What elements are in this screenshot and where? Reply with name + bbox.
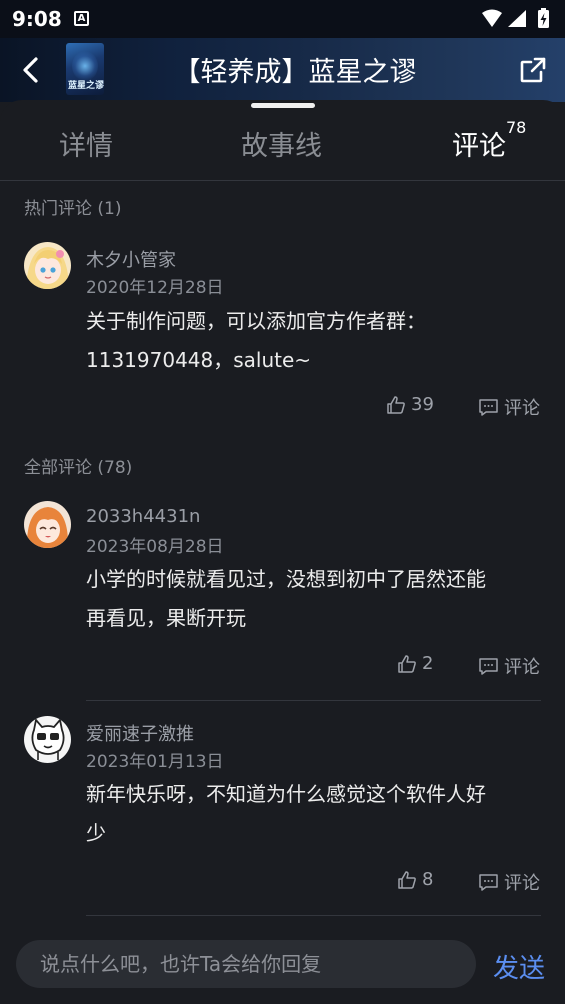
tab-details[interactable]: 详情 <box>59 124 113 163</box>
comment-bubble-icon <box>479 398 498 416</box>
content-sheet: 详情 故事线 评论78 热门评论 (1) 木夕小管家 2020年12月28日 关… <box>0 100 565 926</box>
status-bar: 9:08 A <box>0 0 565 38</box>
comment-date: 2023年01月13日 <box>86 752 224 772</box>
comment-username[interactable]: 木夕小管家 <box>86 246 176 272</box>
all-comments-heading: 全部评论 (78) <box>24 458 133 478</box>
tab-comments-label: 评论 <box>452 131 506 162</box>
reply-button[interactable]: 评论 <box>478 869 540 895</box>
page-title: 【轻养成】蓝星之谬 <box>173 57 417 88</box>
app-header: 蓝星之谬 【轻养成】蓝星之谬 <box>0 38 565 102</box>
notification-badge-icon: A <box>74 11 89 26</box>
tab-comments-count: 78 <box>506 118 527 137</box>
like-button[interactable]: 8 <box>397 869 433 890</box>
like-count: 8 <box>422 869 434 890</box>
comment-input[interactable]: 说点什么吧，也许Ta会给你回复 <box>16 940 476 988</box>
avatar[interactable] <box>24 501 71 548</box>
like-count: 39 <box>411 394 434 415</box>
tab-storyline-label: 故事线 <box>241 131 322 162</box>
avatar-orange-hair-girl-icon <box>24 501 71 548</box>
back-arrow-icon[interactable] <box>18 54 46 86</box>
thumbs-up-icon <box>398 870 416 889</box>
thumbs-up-icon <box>398 654 416 673</box>
comment-text: 新年快乐呀，不知道为什么感觉这个软件人好 少 <box>86 775 541 853</box>
comment-line: 小学的时候就看见过，没想到初中了居然还能 <box>86 567 486 591</box>
comment-divider <box>86 915 541 916</box>
comment-input-bar: 说点什么吧，也许Ta会给你回复 发送 <box>0 926 565 1004</box>
tab-bar: 详情 故事线 评论78 <box>0 118 565 172</box>
like-button[interactable]: 2 <box>397 653 433 674</box>
reply-button[interactable]: 评论 <box>478 653 540 679</box>
avatar[interactable] <box>24 242 71 289</box>
comment-line: 新年快乐呀，不知道为什么感觉这个软件人好 <box>86 782 486 806</box>
external-link-icon[interactable] <box>519 56 547 84</box>
hot-comments-heading: 热门评论 (1) <box>24 199 122 219</box>
status-time: 9:08 <box>12 7 62 31</box>
comment-line: 关于制作问题，可以添加官方作者群： <box>86 309 426 333</box>
tab-comments[interactable]: 评论78 <box>452 118 526 163</box>
reply-label: 评论 <box>504 398 540 419</box>
like-button[interactable]: 39 <box>386 394 434 415</box>
wifi-icon <box>482 9 502 27</box>
comment-line: 1131970448，salute~ <box>86 348 312 372</box>
avatar-doodle-cat-icon <box>24 716 71 763</box>
reply-button[interactable]: 评论 <box>478 394 540 420</box>
comment-line: 少 <box>86 821 106 845</box>
comment-line: 再看见，果断开玩 <box>86 606 246 630</box>
thumbs-up-icon <box>387 395 405 414</box>
drag-handle[interactable] <box>251 103 315 108</box>
status-indicators-icon <box>482 8 549 28</box>
send-button[interactable]: 发送 <box>493 948 545 985</box>
comment-username[interactable]: 2033h4431n <box>86 506 200 527</box>
tabs-divider <box>0 180 565 181</box>
comment-date: 2020年12月28日 <box>86 278 224 298</box>
reply-label: 评论 <box>504 873 540 894</box>
cover-text: 蓝星之谬 <box>68 81 104 91</box>
cover-glow <box>72 51 98 81</box>
tab-details-label: 详情 <box>59 131 113 162</box>
avatar[interactable] <box>24 716 71 763</box>
comment-text: 关于制作问题，可以添加官方作者群： 1131970448，salute~ <box>86 302 541 380</box>
comment-date: 2023年08月28日 <box>86 537 224 557</box>
comment-divider <box>86 700 541 701</box>
avatar-anime-girl-icon <box>24 242 71 289</box>
comment-bubble-icon <box>479 657 498 675</box>
like-count: 2 <box>422 653 434 674</box>
comment-username[interactable]: 爱丽速子激推 <box>86 720 194 746</box>
reply-label: 评论 <box>504 657 540 678</box>
tab-storyline[interactable]: 故事线 <box>241 124 322 163</box>
cellular-icon <box>508 10 526 27</box>
game-cover-image: 蓝星之谬 <box>66 43 104 95</box>
comment-text: 小学的时候就看见过，没想到初中了居然还能 再看见，果断开玩 <box>86 560 541 638</box>
comment-bubble-icon <box>479 873 498 891</box>
